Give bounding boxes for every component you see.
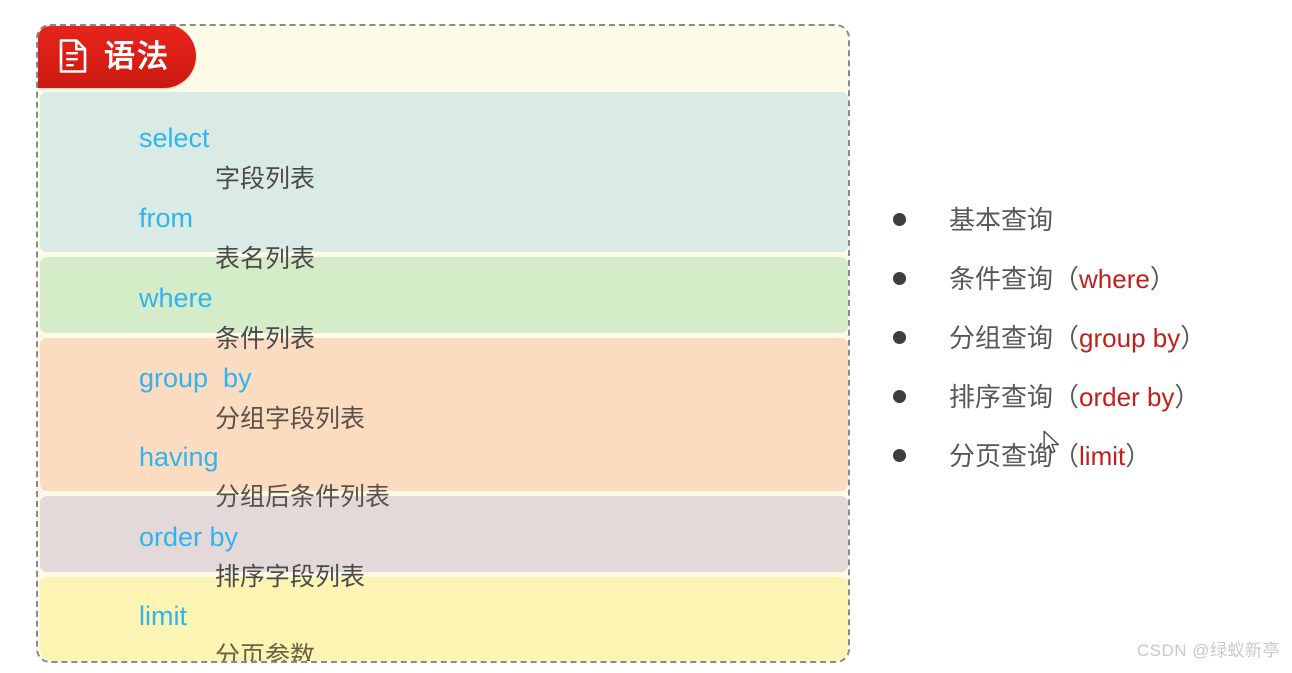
list-item: 排序查询 （ order by ） xyxy=(893,367,1263,426)
open-paren: （ xyxy=(1053,322,1080,353)
list-item: 基本查询 xyxy=(893,190,1263,249)
description-limit: 分页参数 xyxy=(215,642,316,663)
feature-label: 基本查询 xyxy=(949,204,1054,235)
list-item: 条件查询 （ where ） xyxy=(893,249,1263,308)
keyword-select: select xyxy=(139,123,210,153)
feature-keyword: order by xyxy=(1079,381,1175,412)
keyword-limit: limit xyxy=(139,601,187,631)
bullet-icon xyxy=(893,390,906,403)
watermark: CSDN @绿蚁新亭 xyxy=(1136,641,1280,660)
close-paren: ） xyxy=(1174,381,1201,412)
syntax-card: select 字段列表 from 表名列表 where 条件列表 group b… xyxy=(36,24,850,663)
bullet-icon xyxy=(893,272,906,285)
bullet-icon xyxy=(893,331,906,344)
bullet-icon xyxy=(893,213,906,226)
feature-list: 基本查询 条件查询 （ where ） 分组查询 （ group by ） 排序… xyxy=(893,190,1263,485)
feature-keyword: group by xyxy=(1079,322,1181,353)
keyword-order-by: order by xyxy=(139,522,239,552)
open-paren: （ xyxy=(1053,381,1080,412)
feature-label: 条件查询 xyxy=(949,263,1054,294)
feature-label: 分组查询 xyxy=(949,322,1054,353)
bullet-icon xyxy=(893,449,906,462)
description-order-by: 排序字段列表 xyxy=(215,563,366,591)
list-item: 分页查询 （ limit ） xyxy=(893,426,1263,485)
open-paren: （ xyxy=(1053,263,1080,294)
description-group-by: 分组字段列表 xyxy=(215,405,366,433)
feature-label: 排序查询 xyxy=(949,381,1054,412)
syntax-badge-label: 语法 xyxy=(104,38,170,74)
description-having: 分组后条件列表 xyxy=(215,483,391,511)
keyword-from: from xyxy=(139,203,193,233)
keyword-group-by: group by xyxy=(139,363,252,393)
feature-keyword: where xyxy=(1079,263,1150,294)
feature-label: 分页查询 xyxy=(949,440,1054,471)
close-paren: ） xyxy=(1125,440,1152,471)
keyword-where: where xyxy=(139,283,213,313)
syntax-badge: 语法 xyxy=(38,26,196,88)
keyword-having: having xyxy=(139,442,219,472)
description-from: 表名列表 xyxy=(215,245,316,273)
description-where: 条件列表 xyxy=(215,325,316,353)
close-paren: ） xyxy=(1180,322,1207,353)
description-select: 字段列表 xyxy=(215,165,316,193)
document-icon xyxy=(58,38,88,74)
close-paren: ） xyxy=(1149,263,1176,294)
open-paren: （ xyxy=(1053,440,1080,471)
list-item: 分组查询 （ group by ） xyxy=(893,308,1263,367)
feature-keyword: limit xyxy=(1079,440,1126,471)
